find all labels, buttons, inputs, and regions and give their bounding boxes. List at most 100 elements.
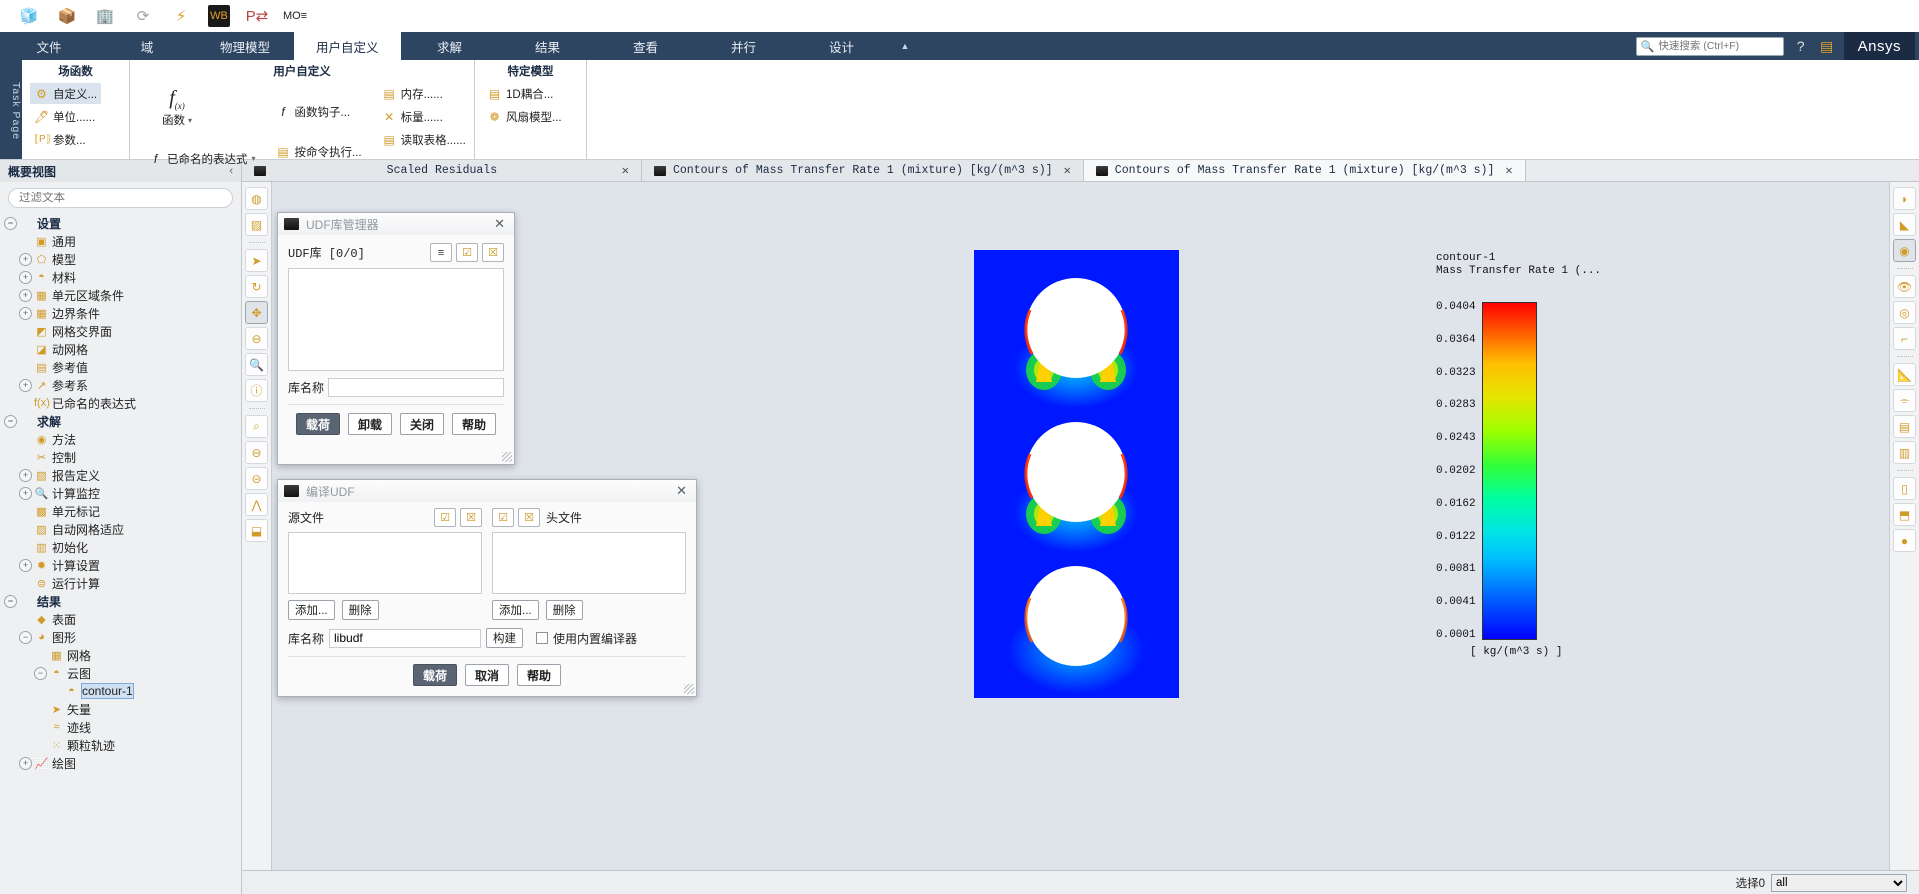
tab-file[interactable]: 文件 (0, 32, 98, 60)
mesh-display-icon[interactable]: ◍ (245, 187, 268, 210)
ruler-icon[interactable]: ◣ (1893, 213, 1916, 236)
tree-node[interactable]: − ◕ 图形 (4, 628, 241, 646)
tree-node[interactable]: ◪ 动网格 (4, 340, 241, 358)
header-deselect-all-icon[interactable]: ☒ (518, 508, 540, 527)
close-tab-icon[interactable]: ✕ (1064, 163, 1071, 178)
builtin-compiler-checkbox[interactable] (536, 632, 549, 644)
ribbon-item-function-hooks[interactable]: f 函数钩子... (272, 101, 366, 122)
lightning-icon[interactable]: ⚡ (170, 5, 192, 27)
tree-node[interactable]: ➤ 矢量 (4, 700, 241, 718)
close-icon[interactable]: ✕ (491, 216, 508, 232)
pan-icon[interactable]: ✥ (245, 301, 268, 324)
tab-user-defined[interactable]: 用户自定义 (294, 32, 401, 60)
zoom-fit-icon[interactable]: ⌕ (245, 415, 268, 438)
render-icon[interactable]: ● (1893, 529, 1916, 552)
line-tool-icon[interactable]: ⌯ (1893, 389, 1916, 412)
selection-filter-select[interactable]: all (1771, 873, 1907, 892)
expand-icon[interactable]: + (19, 270, 32, 284)
tree-node[interactable]: − 设置 (4, 214, 241, 232)
header-file-list[interactable] (492, 532, 686, 594)
tree-node[interactable]: ▨ 自动网格适应 (4, 520, 241, 538)
grid-icon[interactable]: ▥ (1893, 441, 1916, 464)
colormap-icon[interactable]: ◗ (1893, 187, 1916, 210)
tree-node[interactable]: ⊜ 运行计算 (4, 574, 241, 592)
library-name-input[interactable] (328, 378, 504, 397)
build-button[interactable]: 构建 (486, 628, 524, 648)
tree-node[interactable]: ⁙ 颗粒轨迹 (4, 736, 241, 754)
quick-search-box[interactable]: 🔍 (1635, 36, 1784, 56)
tree-node[interactable]: + 🔍 计算监控 (4, 484, 241, 502)
display-options-icon[interactable]: ◎ (1893, 301, 1916, 324)
tree-node[interactable]: ✂ 控制 (4, 448, 241, 466)
tree-node[interactable]: + ⬠ 模型 (4, 250, 241, 268)
chevron-down-icon[interactable]: ▾ (188, 116, 192, 125)
visibility-icon[interactable]: 👁 (1893, 275, 1916, 298)
tree-node[interactable]: − 求解 (4, 412, 241, 430)
save-building-icon[interactable]: 🏢 (94, 5, 116, 27)
tree-node[interactable]: + ↗ 参考系 (4, 376, 241, 394)
udf-library-manager-dialog[interactable]: UDF库管理器 ✕ UDF库 [0/0] ≡ ☑ ☒ 库名称 载荷 卸载 关闭 … (277, 212, 515, 465)
help-button[interactable]: 帮助 (517, 664, 562, 686)
udf-library-list[interactable] (288, 268, 504, 371)
mesh-cube-icon[interactable]: 🧊 (18, 5, 40, 27)
ribbon-item-execute-on-demand[interactable]: ▤ 按命令执行... (272, 141, 366, 162)
scene-icon[interactable]: ⬒ (1893, 503, 1916, 526)
tree-node[interactable]: + ▦ 单元区域条件 (4, 286, 241, 304)
close-button[interactable]: 关闭 (400, 413, 445, 435)
expand-icon[interactable]: + (19, 486, 32, 500)
ribbon-item-units[interactable]: 🖊 单位...... (30, 106, 101, 127)
copy-view-icon[interactable]: ▯ (1893, 477, 1916, 500)
header-add-button[interactable]: 添加... (492, 600, 539, 620)
source-add-button[interactable]: 添加... (288, 600, 335, 620)
ribbon-item-function[interactable]: f(x) 函数 ▾ (144, 83, 210, 128)
unload-button[interactable]: 卸载 (347, 413, 392, 435)
tab-results[interactable]: 结果 (499, 32, 597, 60)
tree-node[interactable]: + 📈 绘图 (4, 754, 241, 772)
lib-name-input[interactable] (329, 628, 482, 648)
outline-filter[interactable] (8, 188, 233, 208)
ribbon-collapse-caret-icon[interactable]: ▲ (891, 32, 920, 60)
tree-node[interactable]: ◆ 表面 (4, 610, 241, 628)
tree-node[interactable]: + ✹ 计算设置 (4, 556, 241, 574)
tree-node[interactable]: ▥ 初始化 (4, 538, 241, 556)
collapse-icon[interactable]: − (4, 594, 17, 608)
compile-udf-dialog[interactable]: 编译UDF ✕ 源文件 ☑ ☒ 添加... 删除 ☑ ☒ 头文件 添加... 删… (277, 479, 697, 697)
surface-display-icon[interactable]: ▨ (245, 213, 268, 236)
tree-node[interactable]: + ▧ 报告定义 (4, 466, 241, 484)
measure-icon[interactable]: 📐 (1893, 363, 1916, 386)
expand-icon[interactable]: + (19, 756, 32, 770)
chevron-down-icon[interactable]: ▾ (252, 154, 256, 163)
expand-icon[interactable]: + (19, 378, 32, 392)
ribbon-item-custom[interactable]: ⚙ 自定义... (30, 83, 102, 104)
graphics-tab[interactable]: Contours of Mass Transfer Rate 1 (mixtur… (1083, 160, 1526, 181)
axes-triad-icon[interactable]: ⋀ (245, 493, 268, 516)
tree-node[interactable]: ▩ 单元标记 (4, 502, 241, 520)
load-button[interactable]: 载荷 (412, 664, 457, 686)
tree-node[interactable]: ◩ 网格交界面 (4, 322, 241, 340)
tree-node[interactable]: + ◓ 材料 (4, 268, 241, 286)
tree-node[interactable]: ◉ 方法 (4, 430, 241, 448)
header-delete-button[interactable]: 删除 (545, 600, 583, 620)
help-icon[interactable]: ? (1792, 38, 1810, 54)
tab-view[interactable]: 查看 (597, 32, 695, 60)
ribbon-item-parameters[interactable]: ⟦P⟧ 参数... (30, 129, 101, 150)
collapse-icon[interactable]: − (19, 630, 32, 644)
expand-icon[interactable]: + (19, 306, 32, 320)
tree-node[interactable]: ▤ 参考值 (4, 358, 241, 376)
probe-info-icon[interactable]: ⓘ (245, 379, 268, 402)
tab-design[interactable]: 设计 (793, 32, 891, 60)
list-all-icon[interactable]: ≡ (430, 243, 452, 262)
cancel-button[interactable]: 取消 (464, 664, 509, 686)
ribbon-item-scalar[interactable]: ✕ 标量...... (378, 106, 470, 127)
source-deselect-all-icon[interactable]: ☒ (460, 508, 482, 527)
zoom-window-icon[interactable]: ⊖ (245, 327, 268, 350)
task-page-rail[interactable]: Task Page (0, 60, 22, 159)
tree-node[interactable]: ▦ 网格 (4, 646, 241, 664)
source-file-list[interactable] (288, 532, 482, 594)
collapse-icon[interactable]: − (4, 414, 17, 428)
source-delete-button[interactable]: 删除 (341, 600, 379, 620)
zoom-in-icon[interactable]: ⊝ (245, 467, 268, 490)
ribbon-item-fan-model[interactable]: ❁ 风扇模型... (483, 106, 566, 127)
resize-grip[interactable] (502, 452, 512, 462)
rotate-icon[interactable]: ↻ (245, 275, 268, 298)
